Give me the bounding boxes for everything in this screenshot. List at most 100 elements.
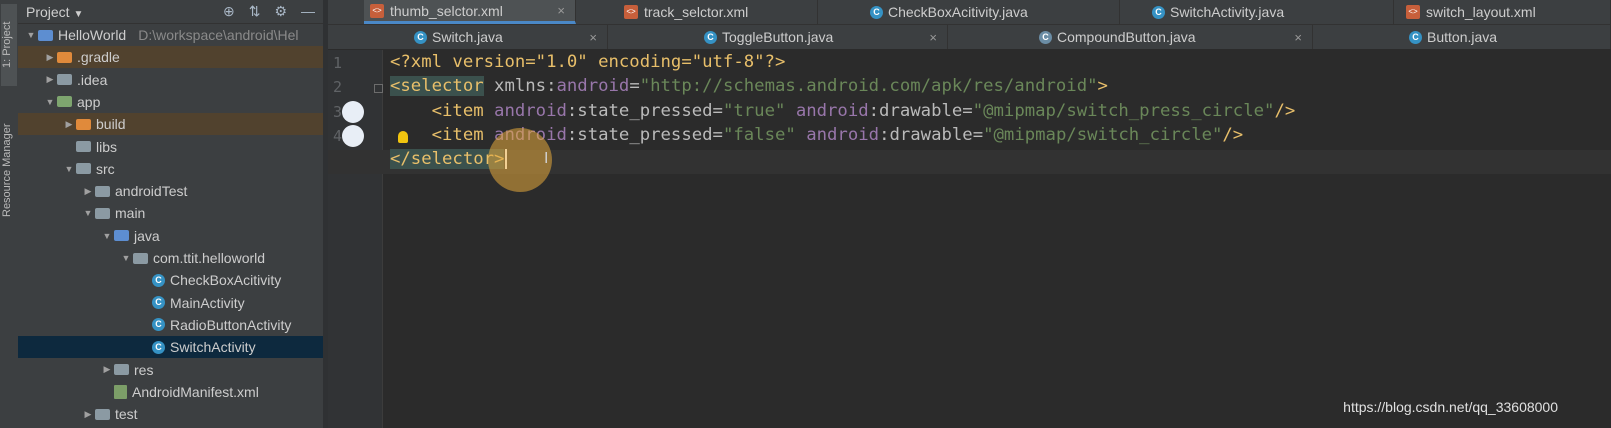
project-panel: Project ▼ ⊕ ⇅ ⚙ — ▼ HelloWorld D:\workspac… bbox=[18, 0, 323, 428]
project-view-selector[interactable]: Project ▼ bbox=[26, 4, 83, 20]
folder-icon bbox=[114, 230, 129, 242]
folder-icon bbox=[95, 185, 110, 197]
project-panel-toolbar: ⊕ ⇅ ⚙ — bbox=[223, 3, 315, 20]
tree-item[interactable]: libs bbox=[18, 136, 323, 158]
editor-tab-label: CheckBoxAcitivity.java bbox=[888, 4, 1028, 20]
folder-icon bbox=[57, 96, 72, 108]
code-line: <?xml version="1.0" encoding="utf-8"?> bbox=[390, 52, 786, 72]
drawable-preview-icon[interactable] bbox=[342, 101, 364, 123]
tree-item-label: test bbox=[115, 406, 138, 423]
editor-tab-label: switch_layout.xml bbox=[1426, 4, 1536, 20]
tree-item[interactable]: ▶ res bbox=[18, 359, 323, 381]
java-class-icon: C bbox=[152, 340, 165, 354]
collapsed-arrow-icon[interactable]: ▶ bbox=[43, 74, 57, 85]
tree-item[interactable]: ▼ java bbox=[18, 225, 323, 247]
expanded-arrow-icon[interactable]: ▼ bbox=[43, 97, 57, 107]
java-class-icon: C bbox=[1039, 30, 1052, 44]
editor-gutter: 12345 bbox=[328, 50, 383, 428]
tree-item[interactable]: ▶ .gradle bbox=[18, 46, 323, 69]
tree-item-label: build bbox=[96, 116, 126, 133]
expanded-arrow-icon[interactable]: ▼ bbox=[24, 30, 38, 40]
editor-tab[interactable]: C Switch.java × bbox=[408, 25, 608, 49]
collapse-icon[interactable]: ⇅ bbox=[249, 3, 261, 20]
tree-item-label: CheckBoxAcitivity bbox=[170, 272, 282, 289]
java-class-icon: C bbox=[1152, 5, 1165, 19]
editor-tab-label: SwitchActivity.java bbox=[1170, 4, 1285, 20]
editor-tab-label: track_selctor.xml bbox=[644, 4, 749, 20]
collapsed-arrow-icon[interactable]: ▶ bbox=[43, 52, 57, 63]
fold-marker-icon[interactable] bbox=[374, 84, 383, 93]
project-tool-button[interactable]: 1: Project bbox=[1, 4, 17, 86]
java-class-icon: C bbox=[704, 30, 717, 44]
tree-item[interactable]: ▼ HelloWorld D:\workspace\android\Hel bbox=[18, 24, 323, 46]
minimize-icon[interactable]: — bbox=[301, 3, 315, 20]
code-line: <item android:state_pressed="true" andro… bbox=[390, 100, 1296, 121]
editor-tab[interactable]: <> switch_layout.xml bbox=[1400, 0, 1611, 24]
collapsed-arrow-icon[interactable]: ▶ bbox=[100, 364, 114, 375]
line-number: 1 bbox=[332, 54, 342, 72]
editor-tabs-row-1: <> thumb_selctor.xml × <> track_selctor.xml C… bbox=[328, 0, 1611, 25]
collapsed-arrow-icon[interactable]: ▶ bbox=[81, 409, 95, 420]
tree-item[interactable]: ▶ androidTest bbox=[18, 180, 323, 202]
folder-icon bbox=[76, 118, 91, 130]
project-panel-title: Project bbox=[26, 3, 70, 20]
java-class-icon: C bbox=[1409, 30, 1422, 44]
lightbulb-icon[interactable] bbox=[398, 131, 408, 143]
expanded-arrow-icon[interactable]: ▼ bbox=[81, 208, 95, 218]
collapsed-arrow-icon[interactable]: ▶ bbox=[81, 186, 95, 197]
tree-item-label: RadioButtonActivity bbox=[170, 316, 292, 333]
folder-icon bbox=[95, 207, 110, 219]
editor-tab[interactable]: <> thumb_selctor.xml × bbox=[364, 0, 576, 24]
editor-tab[interactable]: C CheckBoxAcitivity.java bbox=[864, 0, 1120, 24]
editor-tab-label: CompoundButton.java bbox=[1057, 29, 1196, 45]
tree-item[interactable]: C CheckBoxAcitivity bbox=[18, 269, 323, 291]
tree-item-label: .idea bbox=[77, 71, 108, 88]
project-panel-header: Project ▼ ⊕ ⇅ ⚙ — bbox=[18, 0, 323, 24]
editor-tab[interactable]: C CompoundButton.java × bbox=[1033, 25, 1313, 49]
folder-icon bbox=[57, 51, 72, 63]
tree-item[interactable]: ▼ app bbox=[18, 91, 323, 113]
close-tab-icon[interactable]: × bbox=[589, 30, 597, 45]
tree-item[interactable]: AndroidManifest.xml bbox=[18, 381, 323, 403]
target-icon[interactable]: ⊕ bbox=[223, 3, 235, 20]
line-number: 4 bbox=[332, 126, 342, 145]
expanded-arrow-icon[interactable]: ▼ bbox=[62, 164, 76, 174]
editor-tabs-row-2: C Switch.java × C ToggleButton.java × C Compoun… bbox=[328, 25, 1611, 50]
tree-item-label: .gradle bbox=[77, 49, 120, 66]
folder-icon bbox=[95, 408, 110, 420]
expanded-arrow-icon[interactable]: ▼ bbox=[119, 253, 133, 263]
folder-icon bbox=[76, 163, 91, 175]
code-line: <selector xmlns:android="http://schemas.… bbox=[390, 76, 1108, 97]
collapsed-arrow-icon[interactable]: ▶ bbox=[62, 119, 76, 130]
tree-item[interactable]: ▶ test bbox=[18, 403, 323, 425]
tree-item[interactable]: ▶ build bbox=[18, 113, 323, 136]
tree-item-label: androidTest bbox=[115, 183, 188, 200]
editor-tab[interactable]: <> track_selctor.xml bbox=[618, 0, 818, 24]
tree-item[interactable]: ▼ main bbox=[18, 202, 323, 224]
xml-file-icon: <> bbox=[370, 3, 384, 18]
folder-icon bbox=[76, 141, 91, 152]
xml-file-icon: <> bbox=[624, 5, 638, 19]
drawable-preview-icon[interactable] bbox=[342, 125, 364, 147]
gear-icon[interactable]: ⚙ bbox=[274, 3, 287, 20]
tree-item-label: app bbox=[77, 93, 101, 110]
tree-item-label: MainActivity bbox=[170, 294, 245, 311]
project-path: D:\workspace\android\Hel bbox=[138, 27, 299, 43]
tree-item[interactable]: C MainActivity bbox=[18, 292, 323, 314]
close-tab-icon[interactable]: × bbox=[557, 3, 565, 18]
editor-tab-label: thumb_selctor.xml bbox=[390, 2, 503, 19]
tree-item[interactable]: ▶ .idea bbox=[18, 69, 323, 91]
tree-item[interactable]: C SwitchActivity bbox=[18, 336, 323, 359]
tree-item-label: SwitchActivity bbox=[170, 339, 256, 356]
resource-manager-tool-button[interactable]: Resource Manager bbox=[1, 116, 17, 224]
close-tab-icon[interactable]: × bbox=[929, 30, 937, 45]
tree-item[interactable]: C RadioButtonActivity bbox=[18, 314, 323, 336]
expanded-arrow-icon[interactable]: ▼ bbox=[100, 231, 114, 241]
editor-tab[interactable]: C SwitchActivity.java bbox=[1146, 0, 1394, 24]
tree-item[interactable]: ▼ com.ttit.helloworld bbox=[18, 247, 323, 269]
code-editor[interactable]: <?xml version="1.0" encoding="utf-8"?> <s… bbox=[328, 50, 1611, 428]
close-tab-icon[interactable]: × bbox=[1294, 30, 1302, 45]
editor-tab[interactable]: C Button.java bbox=[1403, 25, 1611, 49]
tree-item[interactable]: ▼ src bbox=[18, 158, 323, 180]
editor-tab[interactable]: C ToggleButton.java × bbox=[698, 25, 948, 49]
